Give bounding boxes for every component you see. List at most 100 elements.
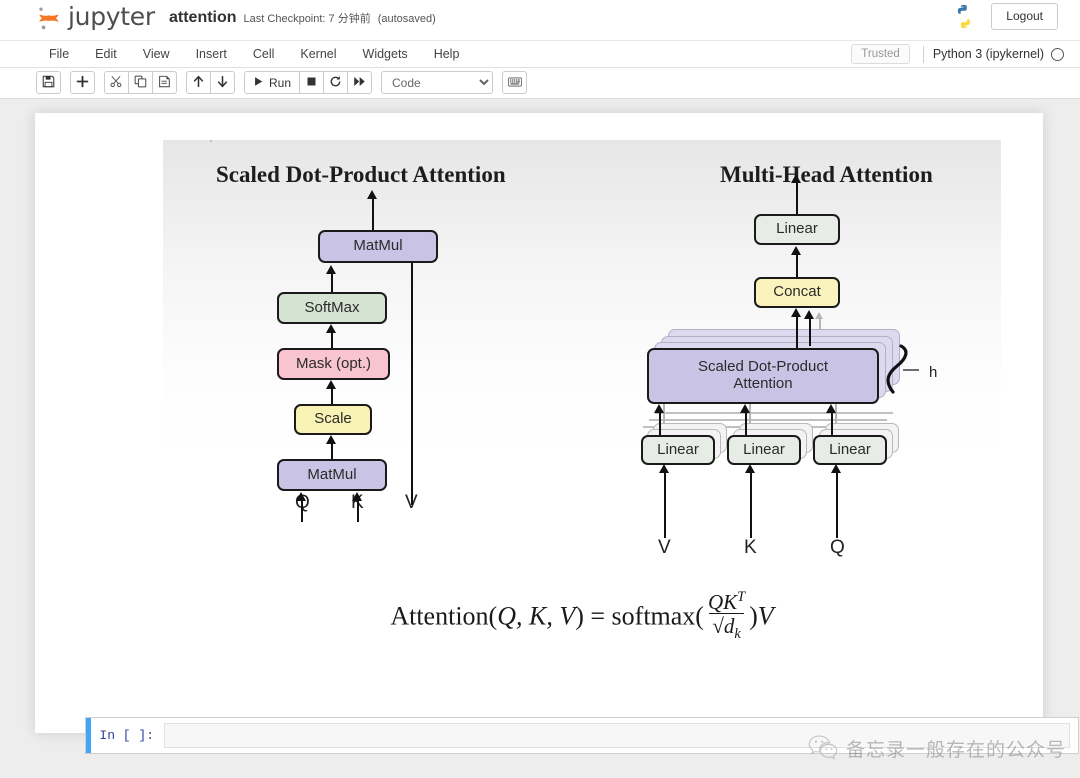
- menu-item-help[interactable]: Help: [421, 41, 473, 67]
- node-linear-v: Linear: [641, 435, 715, 465]
- insert-group: [70, 71, 95, 94]
- run-cell-button[interactable]: Run: [244, 71, 301, 94]
- right-ghost-hline-1: [655, 412, 893, 414]
- code-cell[interactable]: In [ ]:: [85, 717, 1079, 754]
- attention-formula: Attention(Q, K, V) = softmax(QKT √dk)V: [163, 590, 1001, 645]
- kernel-idle-circle-icon: [1051, 47, 1064, 61]
- formula-args: Q, K, V: [497, 601, 576, 631]
- node-matmul-bottom: MatMul: [277, 459, 387, 491]
- markdown-figure-cell[interactable]: Scaled Dot-Product Attention MatMul Soft…: [163, 140, 1001, 715]
- restart-and-run-all-button[interactable]: [347, 71, 373, 94]
- move-group: [186, 71, 235, 94]
- move-cell-down-button[interactable]: [210, 71, 235, 94]
- right-input-arrowhead-v: [659, 464, 670, 473]
- insert-cell-below-button[interactable]: [70, 71, 95, 94]
- right-input-label-q: Q: [830, 537, 845, 558]
- node-mask: Mask (opt.): [277, 348, 390, 380]
- node-scale: Scale: [294, 404, 372, 435]
- arrow-down-icon: [216, 75, 229, 91]
- menubar-container: File Edit View Insert Cell Kernel Widget…: [0, 41, 1080, 68]
- arrow-up-icon: [192, 75, 205, 91]
- python-logo-icon: [951, 3, 977, 30]
- notebook-scroll-area[interactable]: Scaled Dot-Product Attention MatMul Soft…: [0, 99, 1080, 777]
- node-label: SoftMax: [304, 298, 360, 316]
- formula-tail: V: [757, 601, 774, 631]
- right-head-line-2: [809, 318, 812, 346]
- stop-square-icon: [306, 76, 317, 90]
- run-button-label: Run: [269, 75, 292, 90]
- right-head-arrowhead-2: [804, 310, 815, 319]
- node-label: Linear: [657, 440, 699, 458]
- paste-cells-button[interactable]: [152, 71, 177, 94]
- menu-item-insert[interactable]: Insert: [183, 41, 240, 67]
- interrupt-kernel-button[interactable]: [299, 71, 325, 94]
- right-input-line-v: [664, 472, 667, 538]
- keyboard-icon: [507, 76, 522, 90]
- right-arrowhead-1: [791, 246, 802, 255]
- node-label-line2: Attention: [733, 375, 793, 392]
- menu-item-file[interactable]: File: [36, 41, 82, 67]
- trusted-badge: Trusted: [851, 44, 910, 64]
- notebook-title-group: attention Last Checkpoint: 7 分钟前 (autosa…: [169, 9, 436, 27]
- node-label: Linear: [829, 440, 871, 458]
- restart-kernel-button[interactable]: [323, 71, 349, 94]
- menubar: File Edit View Insert Cell Kernel Widget…: [36, 41, 472, 67]
- node-linear-output: Linear: [754, 214, 840, 245]
- left-arrowhead-1: [326, 265, 336, 274]
- figure-right-title: Multi-Head Attention: [720, 162, 933, 187]
- save-button[interactable]: [36, 71, 61, 94]
- jupyter-brand[interactable]: jupyter: [36, 4, 155, 32]
- notebook-header: jupyter attention Last Checkpoint: 7 分钟前…: [0, 0, 1080, 41]
- palette-group: [502, 71, 528, 94]
- right-arrow-concat-linear: [796, 254, 799, 277]
- menu-item-cell[interactable]: Cell: [240, 41, 288, 67]
- node-linear-q: Linear: [813, 435, 887, 465]
- cut-cells-button[interactable]: [104, 71, 129, 94]
- menu-item-kernel[interactable]: Kernel: [287, 41, 349, 67]
- toolbar-container: Run Code: [0, 68, 1080, 99]
- kernel-indicator-group[interactable]: Python 3 (ipykernel): [922, 45, 1064, 63]
- left-arrowhead-3: [326, 380, 336, 389]
- notebook-name[interactable]: attention: [169, 9, 237, 27]
- left-v-line: [411, 247, 414, 505]
- right-head-arrowhead-1: [790, 308, 801, 317]
- node-concat: Concat: [754, 277, 840, 308]
- menu-item-widgets[interactable]: Widgets: [350, 41, 421, 67]
- node-label: MatMul: [307, 465, 357, 483]
- menu-item-edit[interactable]: Edit: [82, 41, 130, 67]
- play-icon: [253, 76, 264, 90]
- right-input-label-k: K: [744, 537, 757, 558]
- save-group: [36, 71, 61, 94]
- right-head-arrowhead-3: [815, 312, 824, 319]
- formula-lhs-close: ): [575, 601, 584, 631]
- formula-equals: =: [590, 601, 606, 631]
- node-label: Scale: [314, 410, 352, 428]
- attention-architecture-figure: Scaled Dot-Product Attention MatMul Soft…: [163, 140, 1001, 570]
- node-label: Scaled Dot-Product: [697, 358, 829, 376]
- menu-item-view[interactable]: View: [130, 41, 183, 67]
- move-cell-up-button[interactable]: [186, 71, 211, 94]
- scissors-icon: [110, 75, 123, 91]
- logout-button[interactable]: Logout: [991, 3, 1058, 30]
- save-disk-icon: [42, 75, 55, 91]
- right-output-arrowhead: [791, 174, 802, 183]
- toolbar: Run Code: [36, 71, 536, 94]
- node-label: Linear: [776, 220, 818, 238]
- heads-brace-icon: [886, 344, 919, 394]
- header-right-group: Logout: [951, 3, 1058, 30]
- node-scaled-dot-product-attention: Scaled Dot-Product Attention: [647, 348, 879, 404]
- command-palette-button[interactable]: [502, 71, 528, 94]
- left-output-line: [372, 198, 375, 231]
- right-input-arrowhead-k: [745, 464, 756, 473]
- paste-icon: [158, 75, 171, 91]
- copy-cells-button[interactable]: [128, 71, 153, 94]
- right-ghost-hline-2: [649, 419, 887, 421]
- right-input-line-k: [750, 472, 753, 538]
- figure-left-title: Scaled Dot-Product Attention: [216, 162, 506, 187]
- code-input-area[interactable]: [164, 723, 1070, 748]
- cell-type-select[interactable]: Code Markdown Raw NBConvert Heading: [381, 71, 494, 94]
- kernel-name-label: Python 3 (ipykernel): [932, 47, 1044, 61]
- left-k-arrowhead: [352, 492, 363, 501]
- left-arrow-matmul-scale: [330, 443, 334, 460]
- autosaved-label: (autosaved): [377, 13, 436, 25]
